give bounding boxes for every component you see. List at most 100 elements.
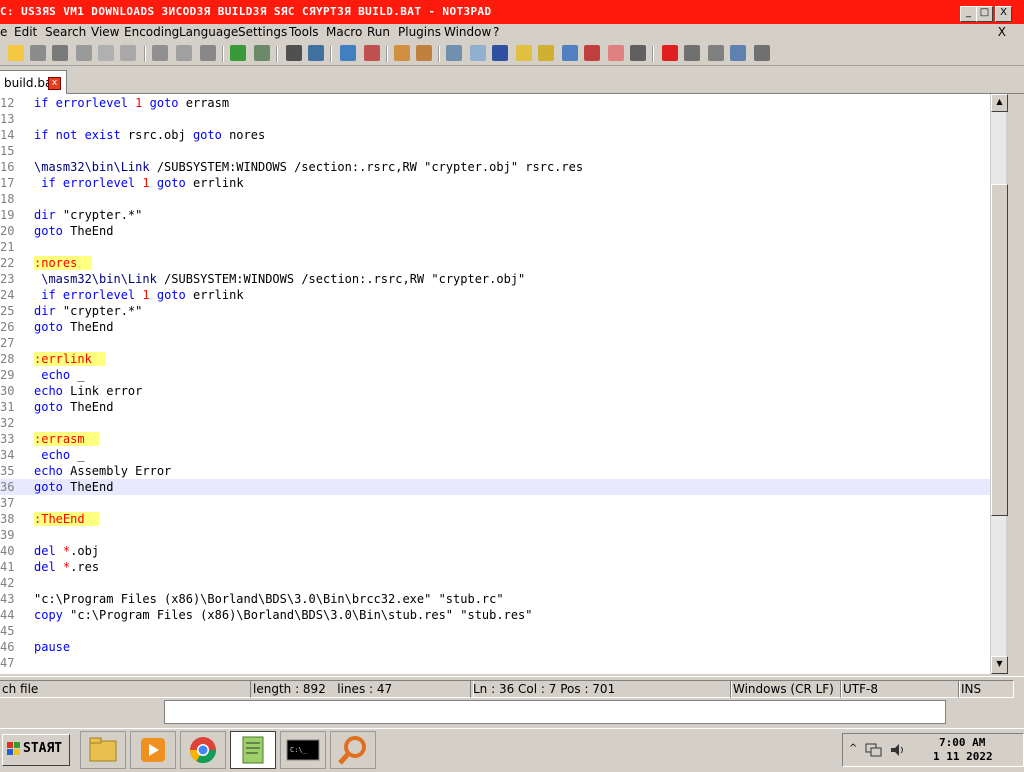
code-line[interactable]: 47 — [0, 655, 990, 671]
save-icon[interactable] — [52, 45, 68, 61]
new-file-icon[interactable] — [8, 45, 24, 61]
menu-settings[interactable]: Settings — [238, 25, 287, 39]
menu-language[interactable]: Language — [179, 25, 238, 39]
code-line[interactable]: 13 — [0, 111, 990, 127]
scrollbar-thumb[interactable] — [991, 184, 1008, 516]
notepad-plus-plus-taskbar-button[interactable] — [230, 731, 276, 769]
search-taskbar-button[interactable] — [330, 731, 376, 769]
code-line[interactable]: 14 if not exist rsrc.obj goto nores — [0, 127, 990, 143]
paste-icon[interactable] — [200, 45, 216, 61]
tab-build-bat[interactable]: build.bat x — [0, 70, 67, 95]
code-line[interactable]: 24 if errorlevel 1 goto errlink — [0, 287, 990, 303]
scroll-down-icon[interactable]: ▼ — [991, 656, 1008, 674]
sync-vertical-icon[interactable] — [394, 45, 410, 61]
code-line[interactable]: 34 echo _ — [0, 447, 990, 463]
sync-horizontal-icon[interactable] — [416, 45, 432, 61]
menu-search[interactable]: Search — [45, 25, 86, 39]
monitoring-icon[interactable] — [608, 45, 624, 61]
code-line[interactable]: 29 echo _ — [0, 367, 990, 383]
document-map-icon[interactable] — [538, 45, 554, 61]
folder-workspace-icon[interactable] — [584, 45, 600, 61]
media-player-taskbar-button[interactable] — [130, 731, 176, 769]
cut-icon[interactable] — [152, 45, 168, 61]
menu-view[interactable]: View — [91, 25, 119, 39]
redo-icon[interactable] — [254, 45, 270, 61]
code-line[interactable]: 31 goto TheEnd — [0, 399, 990, 415]
play-macro-icon[interactable] — [708, 45, 724, 61]
menu-plugins[interactable]: Plugins — [398, 25, 441, 39]
word-wrap-icon[interactable] — [446, 45, 462, 61]
code-line[interactable]: 25 dir "crypter.*" — [0, 303, 990, 319]
open-file-icon[interactable] — [30, 45, 46, 61]
record-macro-icon[interactable] — [662, 45, 678, 61]
menu-macro[interactable]: Macro — [326, 25, 362, 39]
code-editor[interactable]: 12 if errorlevel 1 goto errasm 13 14 if not … — [0, 94, 990, 674]
undo-icon[interactable] — [230, 45, 246, 61]
maximize-button[interactable]: □ — [976, 6, 993, 22]
explorer-taskbar-button[interactable] — [80, 731, 126, 769]
menu-encoding[interactable]: Encoding — [124, 25, 179, 39]
eye-icon[interactable] — [630, 45, 646, 61]
document-close-button[interactable]: X — [998, 25, 1006, 39]
code-line[interactable]: 44 copy "c:\Program Files (x86)\Borland\B… — [0, 607, 990, 623]
menu-file[interactable]: e — [0, 25, 7, 39]
tray-expand-icon[interactable]: ^ — [849, 743, 857, 754]
code-line[interactable]: 21 — [0, 239, 990, 255]
minimize-button[interactable]: _ — [960, 6, 977, 22]
menu-help[interactable]: ? — [493, 25, 499, 39]
show-all-chars-icon[interactable] — [470, 45, 486, 61]
clock-date[interactable]: 1 11 2022 — [933, 750, 993, 763]
user-language-icon[interactable] — [516, 45, 532, 61]
clock-time[interactable]: 7:00 AM — [939, 736, 985, 749]
copy-icon[interactable] — [176, 45, 192, 61]
replace-icon[interactable] — [308, 45, 324, 61]
code-line[interactable]: 22:nores — [0, 255, 990, 271]
code-line[interactable]: 18 — [0, 191, 990, 207]
run-macro-multiple-icon[interactable] — [730, 45, 746, 61]
start-button[interactable]: STAЯT — [2, 734, 70, 766]
code-line[interactable]: 43 "c:\Program Files (x86)\Borland\BDS\3.… — [0, 591, 990, 607]
print-icon[interactable] — [120, 45, 136, 61]
menu-edit[interactable]: Edit — [14, 25, 37, 39]
code-line[interactable]: 26 goto TheEnd — [0, 319, 990, 335]
zoom-out-icon[interactable] — [364, 45, 380, 61]
save-macro-icon[interactable] — [754, 45, 770, 61]
menu-tools[interactable]: Tools — [289, 25, 319, 39]
code-line[interactable]: 23 \masm32\bin\Link /SUBSYSTEM:WINDOWS /… — [0, 271, 990, 287]
save-all-icon[interactable] — [76, 45, 92, 61]
code-line[interactable]: 17 if errorlevel 1 goto errlink — [0, 175, 990, 191]
code-line[interactable]: 15 — [0, 143, 990, 159]
code-line[interactable]: 32 — [0, 415, 990, 431]
code-line[interactable]: 12 if errorlevel 1 goto errasm — [0, 95, 990, 111]
indent-guide-icon[interactable] — [492, 45, 508, 61]
code-line[interactable]: 20 goto TheEnd — [0, 223, 990, 239]
command-prompt-taskbar-button[interactable]: C:\_ — [280, 731, 326, 769]
code-line[interactable]: 45 — [0, 623, 990, 639]
code-line[interactable]: 37 — [0, 495, 990, 511]
close-file-icon[interactable] — [98, 45, 114, 61]
scroll-up-icon[interactable]: ▲ — [991, 94, 1008, 112]
code-line[interactable]: 35 echo Assembly Error — [0, 463, 990, 479]
code-line[interactable]: 42 — [0, 575, 990, 591]
menu-run[interactable]: Run — [367, 25, 390, 39]
tab-close-icon[interactable]: x — [48, 77, 61, 90]
code-line[interactable]: 16 \masm32\bin\Link /SUBSYSTEM:WINDOWS /s… — [0, 159, 990, 175]
code-line[interactable]: 39 — [0, 527, 990, 543]
stop-macro-icon[interactable] — [684, 45, 700, 61]
code-line[interactable]: 36 goto TheEnd — [0, 479, 990, 495]
chrome-taskbar-button[interactable] — [180, 731, 226, 769]
close-button[interactable]: X — [995, 6, 1012, 22]
code-line[interactable]: 41 del *.res — [0, 559, 990, 575]
code-line[interactable]: 46 pause — [0, 639, 990, 655]
network-icon[interactable] — [865, 742, 883, 758]
code-line[interactable]: 19 dir "crypter.*" — [0, 207, 990, 223]
vertical-scrollbar[interactable]: ▲ ▼ — [990, 94, 1008, 674]
find-icon[interactable] — [286, 45, 302, 61]
code-line[interactable]: 33:errasm — [0, 431, 990, 447]
code-line[interactable]: 28:errlink — [0, 351, 990, 367]
code-line[interactable]: 38:TheEnd — [0, 511, 990, 527]
function-list-icon[interactable] — [562, 45, 578, 61]
code-line[interactable]: 40 del *.obj — [0, 543, 990, 559]
zoom-in-icon[interactable] — [340, 45, 356, 61]
code-line[interactable]: 27 — [0, 335, 990, 351]
